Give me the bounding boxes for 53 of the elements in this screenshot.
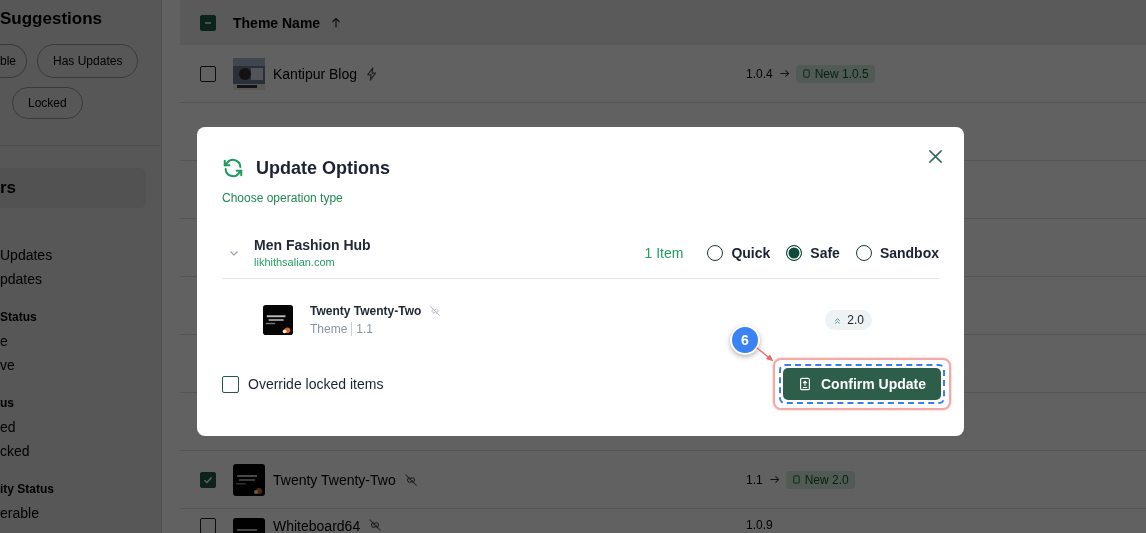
- document-icon: [791, 475, 801, 484]
- theme-name[interactable]: Kantipur Blog: [273, 65, 358, 82]
- radio-label[interactable]: Sandbox: [879, 244, 939, 261]
- group-title: us: [0, 396, 15, 410]
- theme-name[interactable]: Twenty Twenty-Two: [273, 471, 396, 488]
- radio-button[interactable]: [855, 244, 872, 261]
- refresh-icon: [222, 157, 244, 179]
- arrow-right-icon: [778, 68, 790, 79]
- filter-option[interactable]: ed: [0, 419, 16, 435]
- double-chevron-up-icon: [833, 315, 843, 325]
- checkbox-label[interactable]: Override locked items: [248, 376, 384, 392]
- new-version-badge: New 2.0: [785, 470, 855, 489]
- current-version: 1.1: [746, 472, 763, 487]
- filters-heading: rs: [0, 178, 17, 198]
- column-header[interactable]: Theme Name: [233, 14, 321, 31]
- confirm-button[interactable]: Confirm Update: [783, 368, 941, 400]
- current-version: 1.0.9: [746, 518, 773, 532]
- current-version: 1.1: [351, 322, 374, 336]
- section-heading: Suggestions: [0, 8, 103, 30]
- theme-type: Theme: [310, 322, 348, 336]
- sort-arrow-icon[interactable]: [330, 16, 343, 29]
- radio-label[interactable]: Safe: [810, 244, 840, 261]
- radio-button[interactable]: [707, 244, 724, 261]
- target-version-badge: 2.0: [825, 310, 872, 330]
- checkbox[interactable]: [222, 375, 239, 393]
- radio-label[interactable]: Quick: [731, 244, 771, 261]
- group-title: Status: [0, 310, 38, 324]
- document-icon: [801, 69, 811, 78]
- filter-option[interactable]: pdates: [0, 271, 43, 287]
- theme-name: Twenty Twenty-Two: [310, 304, 422, 318]
- filter-option[interactable]: e: [0, 333, 8, 349]
- checkbox[interactable]: [200, 471, 216, 488]
- upload-document-icon: [798, 377, 812, 391]
- filter-option[interactable]: Updates: [0, 247, 53, 263]
- pointer-arrow: [755, 346, 775, 363]
- item-count: 1 Item: [644, 244, 684, 261]
- arrow-right-icon: [768, 474, 780, 485]
- radio-button[interactable]: [786, 244, 803, 261]
- filter-option[interactable]: cked: [0, 443, 30, 459]
- dialog-subtitle: Choose operation type: [222, 191, 344, 205]
- close-icon[interactable]: [928, 149, 943, 164]
- filter-option[interactable]: erable: [0, 505, 39, 521]
- site-url[interactable]: likhithsalian.com: [254, 256, 371, 268]
- filter-option[interactable]: ve: [0, 357, 15, 373]
- new-version-badge: New 1.0.5: [795, 64, 875, 83]
- site-name: Men Fashion Hub: [254, 237, 371, 253]
- checkbox[interactable]: [200, 14, 216, 31]
- dialog-title: Update Options: [256, 157, 390, 179]
- checkbox[interactable]: [200, 65, 216, 82]
- theme-name[interactable]: Whiteboard64: [273, 518, 361, 533]
- checkbox[interactable]: [200, 518, 216, 533]
- group-title: ity Status: [0, 482, 55, 496]
- current-version: 1.0.4: [746, 66, 773, 81]
